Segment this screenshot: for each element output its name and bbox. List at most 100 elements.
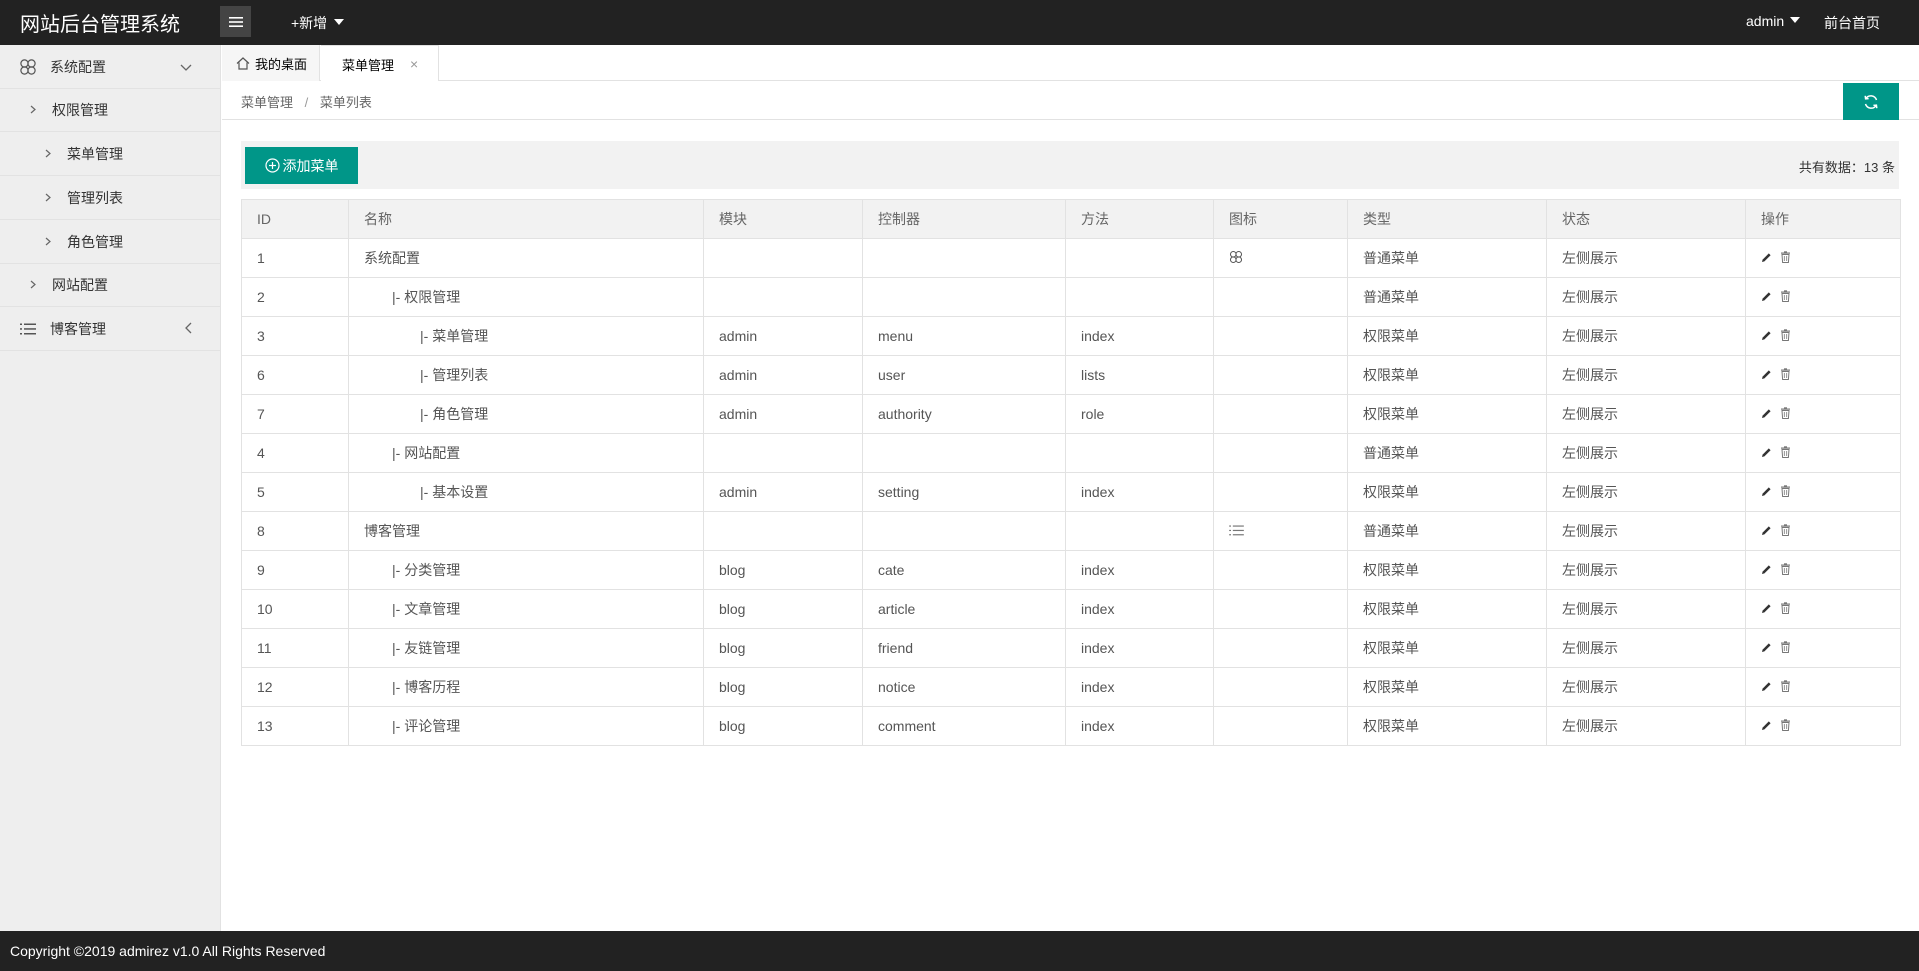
edit-icon[interactable] (1761, 406, 1772, 422)
cell-status: 左侧展示 (1546, 706, 1746, 746)
sidebar-item-menu-manage[interactable]: 菜单管理 (0, 132, 220, 176)
column-header: 图标 (1213, 199, 1348, 239)
edit-icon[interactable] (1761, 523, 1772, 539)
cell-method (1065, 277, 1214, 317)
cell-icon (1213, 667, 1348, 707)
cell-controller: comment (862, 706, 1066, 746)
sidebar-item-blog-manage[interactable]: 博客管理 (0, 307, 220, 351)
edit-icon[interactable] (1761, 289, 1772, 305)
sidebar-item-label: 管理列表 (67, 189, 123, 206)
menu-name: |- 基本设置 (420, 484, 489, 500)
cell-actions (1745, 394, 1901, 434)
delete-icon[interactable] (1780, 562, 1791, 578)
cell-type: 权限菜单 (1347, 472, 1547, 512)
cell-module: admin (703, 394, 863, 434)
cell-type: 权限菜单 (1347, 589, 1547, 629)
cell-module (703, 511, 863, 551)
cell-controller (862, 238, 1066, 278)
cell-actions (1745, 316, 1901, 356)
delete-icon[interactable] (1780, 523, 1791, 539)
sidebar-item-role-manage[interactable]: 角色管理 (0, 220, 220, 264)
cell-icon (1213, 511, 1348, 551)
flower-icon (18, 57, 38, 77)
cell-id: 10 (241, 589, 349, 629)
column-header: 操作 (1745, 199, 1901, 239)
cell-icon (1213, 394, 1348, 434)
cell-module: admin (703, 472, 863, 512)
user-menu[interactable]: admin (1746, 13, 1801, 29)
breadcrumb-item[interactable]: 菜单管理 (241, 95, 293, 110)
close-icon[interactable]: × (410, 56, 418, 72)
delete-icon[interactable] (1780, 328, 1791, 344)
edit-icon[interactable] (1761, 718, 1772, 734)
cell-actions (1745, 550, 1901, 590)
edit-icon[interactable] (1761, 484, 1772, 500)
menu-toggle-button[interactable] (220, 6, 251, 37)
edit-icon[interactable] (1761, 640, 1772, 656)
column-header: 方法 (1065, 199, 1214, 239)
delete-icon[interactable] (1780, 406, 1791, 422)
tab-menu-manage[interactable]: 菜单管理 × (321, 45, 439, 82)
plus-circle-icon (264, 158, 280, 173)
cell-status: 左侧展示 (1546, 667, 1746, 707)
add-new-menu[interactable]: +新增 (291, 13, 345, 33)
cell-name: |- 博客历程 (348, 667, 704, 707)
refresh-button[interactable] (1843, 83, 1899, 120)
tab-my-desktop[interactable]: 我的桌面 (222, 45, 320, 81)
column-header: ID (241, 199, 349, 239)
cell-id: 13 (241, 706, 349, 746)
menu-name: |- 友链管理 (392, 640, 461, 656)
sidebar-item-permission[interactable]: 权限管理 (0, 89, 220, 132)
delete-icon[interactable] (1780, 484, 1791, 500)
menu-name: 系统配置 (364, 250, 420, 266)
cell-actions (1745, 433, 1901, 473)
add-menu-button[interactable]: 添加菜单 (245, 147, 358, 184)
cell-actions (1745, 238, 1901, 278)
cell-id: 9 (241, 550, 349, 590)
delete-icon[interactable] (1780, 718, 1791, 734)
edit-icon[interactable] (1761, 562, 1772, 578)
cell-id: 1 (241, 238, 349, 278)
caret-down-icon (334, 19, 345, 25)
table-row: 11 |- 友链管理 blog friend index 权限菜单 左侧展示 (241, 628, 1901, 668)
delete-icon[interactable] (1780, 445, 1791, 461)
edit-icon[interactable] (1761, 328, 1772, 344)
sidebar-item-admin-list[interactable]: 管理列表 (0, 176, 220, 220)
delete-icon[interactable] (1780, 601, 1791, 617)
menu-name: |- 网站配置 (392, 445, 461, 461)
cell-controller (862, 277, 1066, 317)
cell-controller: authority (862, 394, 1066, 434)
cell-method: index (1065, 472, 1214, 512)
sidebar-item-site-config[interactable]: 网站配置 (0, 264, 220, 307)
breadcrumb-separator: / (304, 95, 309, 110)
menu-name: |- 博客历程 (392, 679, 461, 695)
sidebar-item-system-config[interactable]: 系统配置 (0, 45, 220, 89)
cell-controller: user (862, 355, 1066, 395)
front-home-link[interactable]: 前台首页 (1824, 13, 1880, 33)
edit-icon[interactable] (1761, 367, 1772, 383)
edit-icon[interactable] (1761, 250, 1772, 266)
list-icon (18, 319, 38, 339)
cell-icon (1213, 472, 1348, 512)
edit-icon[interactable] (1761, 601, 1772, 617)
cell-module: blog (703, 550, 863, 590)
cell-status: 左侧展示 (1546, 316, 1746, 356)
cell-controller: menu (862, 316, 1066, 356)
cell-icon (1213, 628, 1348, 668)
edit-icon[interactable] (1761, 679, 1772, 695)
delete-icon[interactable] (1780, 679, 1791, 695)
delete-icon[interactable] (1780, 250, 1791, 266)
chevron-down-icon (180, 59, 192, 75)
cell-actions (1745, 472, 1901, 512)
column-header: 类型 (1347, 199, 1547, 239)
delete-icon[interactable] (1780, 367, 1791, 383)
edit-icon[interactable] (1761, 445, 1772, 461)
table-row: 12 |- 博客历程 blog notice index 权限菜单 左侧展示 (241, 667, 1901, 707)
cell-method: index (1065, 667, 1214, 707)
cell-status: 左侧展示 (1546, 394, 1746, 434)
cell-status: 左侧展示 (1546, 628, 1746, 668)
delete-icon[interactable] (1780, 640, 1791, 656)
cell-type: 普通菜单 (1347, 511, 1547, 551)
delete-icon[interactable] (1780, 289, 1791, 305)
cell-icon (1213, 550, 1348, 590)
